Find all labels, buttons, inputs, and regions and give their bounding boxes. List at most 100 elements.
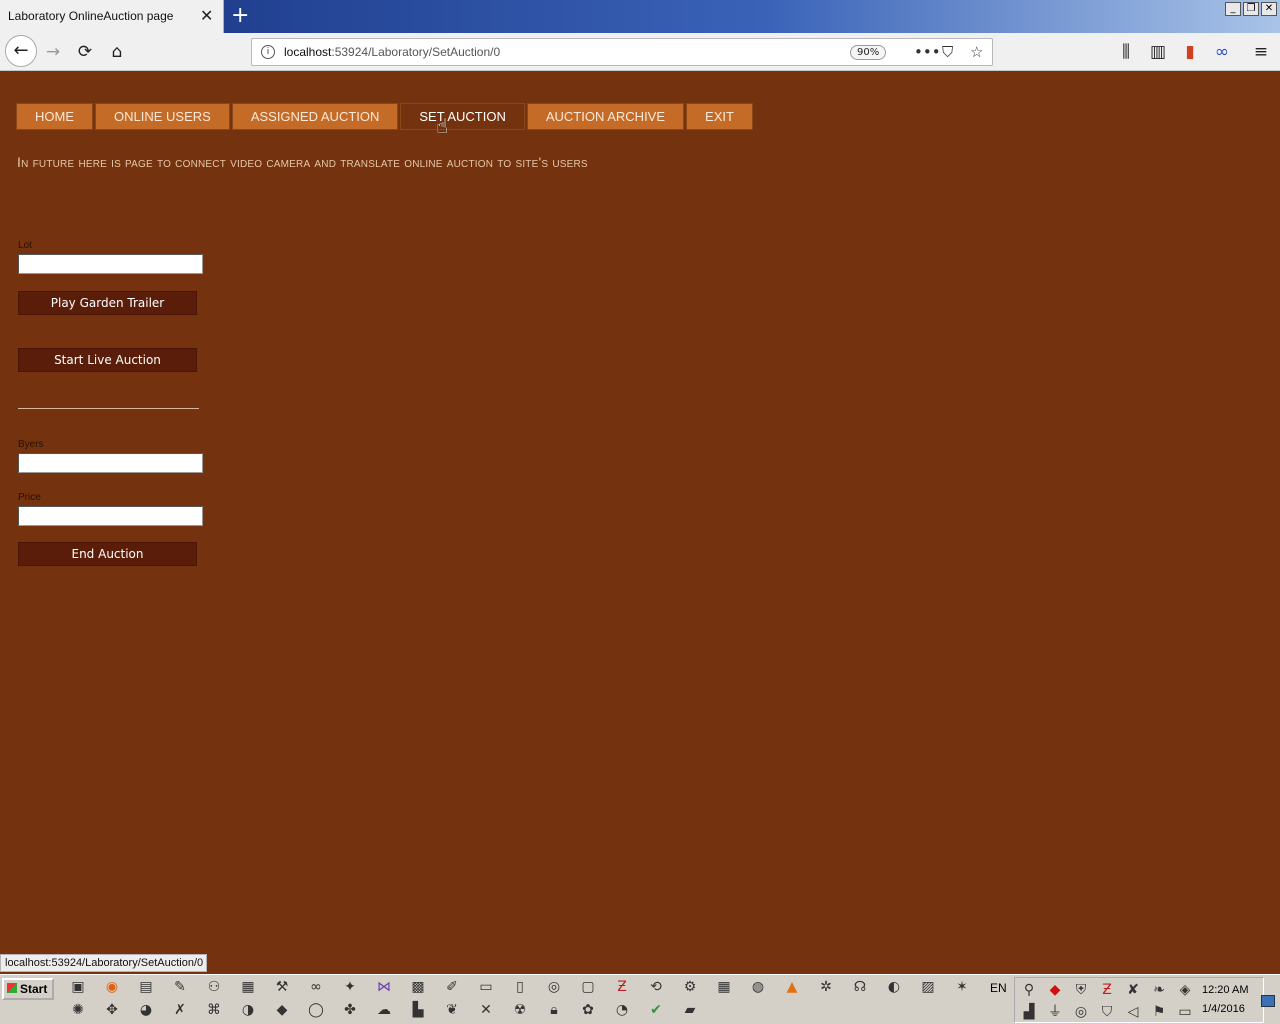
menu-item-set-auction[interactable]: SET AUCTION xyxy=(400,103,525,130)
menu-item-online-users[interactable]: ONLINE USERS xyxy=(95,103,230,130)
clock-date[interactable]: 1/4/2016 xyxy=(1202,1003,1245,1015)
tools-x-icon[interactable]: ✗ xyxy=(168,999,192,1021)
start-live-auction-button[interactable]: Start Live Auction xyxy=(18,348,197,372)
restore-button[interactable]: ❐ xyxy=(1243,2,1259,16)
puzzle-icon[interactable]: ✦ xyxy=(338,976,362,998)
byers-label: Byers xyxy=(18,439,44,450)
window-icon[interactable]: ▢ xyxy=(576,976,600,998)
tree-icon[interactable]: ⌘ xyxy=(202,999,226,1021)
show-desktop-icon[interactable] xyxy=(1261,995,1275,1007)
radiation-icon[interactable]: ☢ xyxy=(508,999,532,1021)
cross-tools-icon[interactable]: ✕ xyxy=(474,999,498,1021)
infinity-icon[interactable]: ∞ xyxy=(304,976,328,998)
filezilla-icon[interactable]: Ƶ xyxy=(610,976,634,998)
tray-volume-icon[interactable]: ◁ xyxy=(1121,1001,1145,1023)
menu-item-exit[interactable]: EXIT xyxy=(686,103,753,130)
close-window-button[interactable]: ✕ xyxy=(1261,2,1277,16)
gear-icon[interactable]: ⚙ xyxy=(678,976,702,998)
library-icon[interactable]: ⫼ xyxy=(1113,39,1139,65)
tray-red-diamond-icon[interactable]: ◆ xyxy=(1043,979,1067,1001)
bug-icon[interactable]: ✤ xyxy=(338,999,362,1021)
price-input[interactable] xyxy=(18,506,203,526)
explorer-folder-icon[interactable]: ▰ xyxy=(678,999,702,1021)
vlc-icon[interactable]: ▲ xyxy=(780,976,804,998)
pocket-icon[interactable]: ⛉ xyxy=(942,43,953,61)
back-icon[interactable]: ← xyxy=(5,35,37,67)
shield-check-icon[interactable]: ✔ xyxy=(644,999,668,1021)
new-tab-icon[interactable]: + xyxy=(231,3,249,28)
tray-security-icon[interactable]: ⛉ xyxy=(1095,1001,1119,1023)
eclipse-icon[interactable]: ◐ xyxy=(882,976,906,998)
browser-tab[interactable]: Laboratory OnlineAuction page ✕ xyxy=(0,0,224,33)
chrome-icon[interactable]: ◔ xyxy=(610,999,634,1021)
chart-icon[interactable]: ▙ xyxy=(406,999,430,1021)
calendar-icon[interactable]: ▦ xyxy=(712,976,736,998)
notepad-icon[interactable]: ▤ xyxy=(134,976,158,998)
visual-studio-icon[interactable]: ⋈ xyxy=(372,976,396,998)
minimize-button[interactable]: _ xyxy=(1225,2,1241,16)
save-icon[interactable]: ▭ xyxy=(474,976,498,998)
url-text[interactable]: localhost:53924/Laboratory/SetAuction/0 xyxy=(284,45,500,59)
tray-shield-icon[interactable]: ⛨ xyxy=(1069,979,1093,1001)
firefox-icon[interactable]: ◉ xyxy=(100,976,124,998)
settings-icon[interactable]: ✲ xyxy=(814,976,838,998)
lock-icon[interactable]: 🔒︎ xyxy=(542,999,566,1021)
arrows-icon[interactable]: ✥ xyxy=(100,999,124,1021)
extension-link-icon[interactable]: ∞ xyxy=(1209,39,1235,65)
url-bar[interactable]: i localhost:53924/Laboratory/SetAuction/… xyxy=(251,38,993,66)
tab-close-icon[interactable]: ✕ xyxy=(200,6,213,25)
globe-blue-icon[interactable]: ◕ xyxy=(134,999,158,1021)
leaf-icon[interactable]: ❦ xyxy=(440,999,464,1021)
fb-icon[interactable]: ▦ xyxy=(236,976,260,998)
folder-star-icon[interactable]: ✶ xyxy=(950,976,974,998)
tray-leaf-icon[interactable]: ❧ xyxy=(1147,979,1171,1001)
network-icon[interactable]: ⚇ xyxy=(202,976,226,998)
zoom-level-badge[interactable]: 90% xyxy=(850,45,887,60)
tray-filezilla-icon[interactable]: Ƶ xyxy=(1095,979,1119,1001)
bookmark-star-icon[interactable]: ☆ xyxy=(970,43,983,61)
clock-time[interactable]: 12:20 AM xyxy=(1202,984,1248,996)
tray-flag-icon[interactable]: ⚑ xyxy=(1147,1001,1171,1023)
extension-icon[interactable]: ▮ xyxy=(1177,39,1203,65)
play-trailer-button[interactable]: Play Garden Trailer xyxy=(18,291,197,315)
byers-input[interactable] xyxy=(18,453,203,473)
sync-icon[interactable]: ⟲ xyxy=(644,976,668,998)
tray-network-icon[interactable]: ⚲ xyxy=(1017,979,1041,1001)
map-icon[interactable]: ▨ xyxy=(916,976,940,998)
box-icon[interactable]: ◆ xyxy=(270,999,294,1021)
home-icon[interactable]: ⌂ xyxy=(104,39,130,65)
pen-icon[interactable]: ✐ xyxy=(440,976,464,998)
start-button[interactable]: Start xyxy=(2,978,54,1000)
chrome-like-icon[interactable]: ◑ xyxy=(236,999,260,1021)
language-indicator[interactable]: EN xyxy=(990,981,1007,995)
tray-usb-icon[interactable]: ⏚ xyxy=(1043,1001,1067,1023)
menu-item-assigned-auction[interactable]: ASSIGNED AUCTION xyxy=(231,103,399,130)
end-auction-button[interactable]: End Auction xyxy=(18,542,197,566)
tray-chart-icon[interactable]: ▟ xyxy=(1017,1001,1041,1023)
tray-display-icon[interactable]: ▭ xyxy=(1173,1001,1197,1023)
flower-icon[interactable]: ✿ xyxy=(576,999,600,1021)
forward-icon[interactable]: → xyxy=(40,39,66,65)
sidebar-icon[interactable]: ▥ xyxy=(1145,39,1171,65)
blender-icon[interactable]: ✺ xyxy=(66,999,90,1021)
tools-icon[interactable]: ⚒ xyxy=(270,976,294,998)
lot-input[interactable] xyxy=(18,254,203,274)
disc-icon[interactable]: ◎ xyxy=(542,976,566,998)
headphones-icon[interactable]: ☊ xyxy=(848,976,872,998)
menu-item-home[interactable]: HOME xyxy=(16,103,93,130)
menu-item-auction-archive[interactable]: AUCTION ARCHIVE xyxy=(526,103,685,130)
tray-disc-icon[interactable]: ◎ xyxy=(1069,1001,1093,1023)
tray-globe-icon[interactable]: ◈ xyxy=(1173,979,1197,1001)
globe-icon[interactable]: ◍ xyxy=(746,976,770,998)
cloud-icon[interactable]: ☁ xyxy=(372,999,396,1021)
site-info-icon[interactable]: i xyxy=(261,45,275,59)
page-actions-icon[interactable]: ••• xyxy=(914,43,941,61)
notes-icon[interactable]: ▯ xyxy=(508,976,532,998)
menu-hamburger-icon[interactable]: ≡ xyxy=(1248,39,1274,65)
earth-icon[interactable]: ◯ xyxy=(304,999,328,1021)
cmd-icon[interactable]: ▣ xyxy=(66,976,90,998)
reload-icon[interactable]: ⟳ xyxy=(72,39,98,65)
tray-tools-icon[interactable]: ✘ xyxy=(1121,979,1145,1001)
paint-icon[interactable]: ✎ xyxy=(168,976,192,998)
terminal-icon[interactable]: ▩ xyxy=(406,976,430,998)
